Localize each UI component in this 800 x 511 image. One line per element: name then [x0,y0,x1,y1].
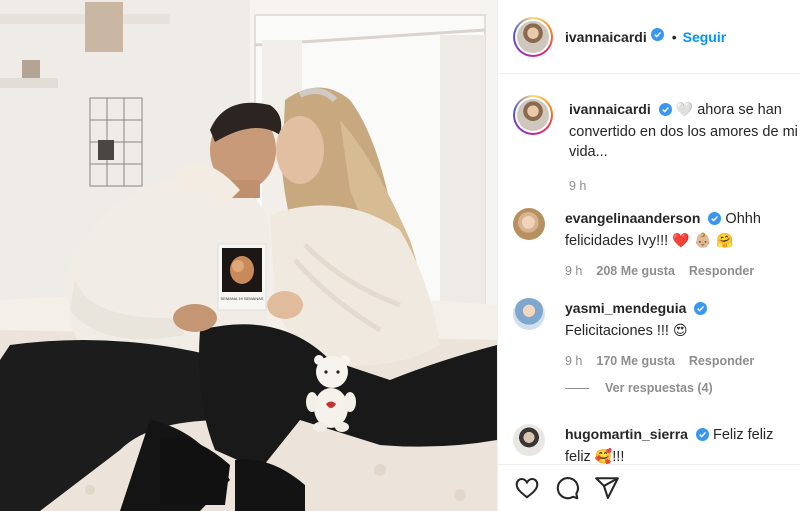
comment-item: evangelinaanderson Ohhh felicidades Ivy!… [513,208,800,281]
commenter-avatar[interactable] [513,424,545,456]
view-replies-label: Ver respuestas (4) [605,381,713,395]
follow-button[interactable]: Seguir [683,29,727,45]
post-actions [498,464,800,511]
caption-username[interactable]: ivannaicardi [569,101,651,117]
caption-item: ivannaicardi 🤍 ahora se han convertido e… [513,95,800,196]
caption-avatar[interactable] [513,95,553,135]
comment-icon[interactable] [554,475,580,501]
commenter-username[interactable]: yasmi_mendeguia [565,300,686,316]
comment-emojis: ❤️ 👶🏼 🤗 [672,233,734,249]
comment-time[interactable]: 9 h [565,351,582,371]
header-separator: • [671,28,677,45]
post-side-panel: ivannaicardi • Seguir ivannaicardi 🤍 aho… [497,0,800,511]
comment-text-suffix: !!! [612,449,625,464]
replies-divider [565,387,589,389]
commenter-username[interactable]: hugomartin_sierra [565,426,688,442]
commenter-avatar[interactable] [513,298,545,330]
author-avatar[interactable] [513,16,553,57]
share-icon[interactable] [594,475,620,501]
verified-badge-icon [695,427,709,447]
ultrasound-card-text: SEMANA 19 SEMANAS [221,296,264,301]
verified-badge-icon [650,27,664,46]
reply-button[interactable]: Responder [689,261,754,281]
post-photo[interactable]: SEMANA 19 SEMANAS [0,0,497,511]
author-username[interactable]: ivannaicardi [565,29,647,45]
comment-likes[interactable]: 170 Me gusta [596,351,675,371]
comment-emojis: 😍 [673,323,688,339]
couple-photo-illustration: SEMANA 19 SEMANAS [0,0,497,511]
commenter-avatar[interactable] [513,208,545,240]
comment-likes[interactable]: 208 Me gusta [596,261,675,281]
caption-time[interactable]: 9 h [569,176,586,196]
commenter-username[interactable]: evangelinaanderson [565,210,700,226]
white-heart-emoji: 🤍 [675,102,694,118]
verified-badge-icon [708,211,722,231]
heart-icon[interactable] [514,475,540,501]
comment-text: Felicitaciones !!! [565,323,669,339]
reply-button[interactable]: Responder [689,351,754,371]
post-header: ivannaicardi • Seguir [498,0,800,74]
verified-badge-icon [694,301,708,321]
view-replies-button[interactable]: Ver respuestas (4) [565,381,713,395]
verified-badge-icon [658,102,672,122]
comments-list[interactable]: ivannaicardi 🤍 ahora se han convertido e… [498,75,800,464]
comment-time[interactable]: 9 h [565,261,582,281]
comment-item: yasmi_mendeguia Felicitaciones !!! 😍 9 h… [513,298,800,371]
comment-emojis: 🥰 [594,449,613,464]
comment-item: hugomartin_sierra Feliz feliz feliz 🥰!!! [513,424,800,464]
